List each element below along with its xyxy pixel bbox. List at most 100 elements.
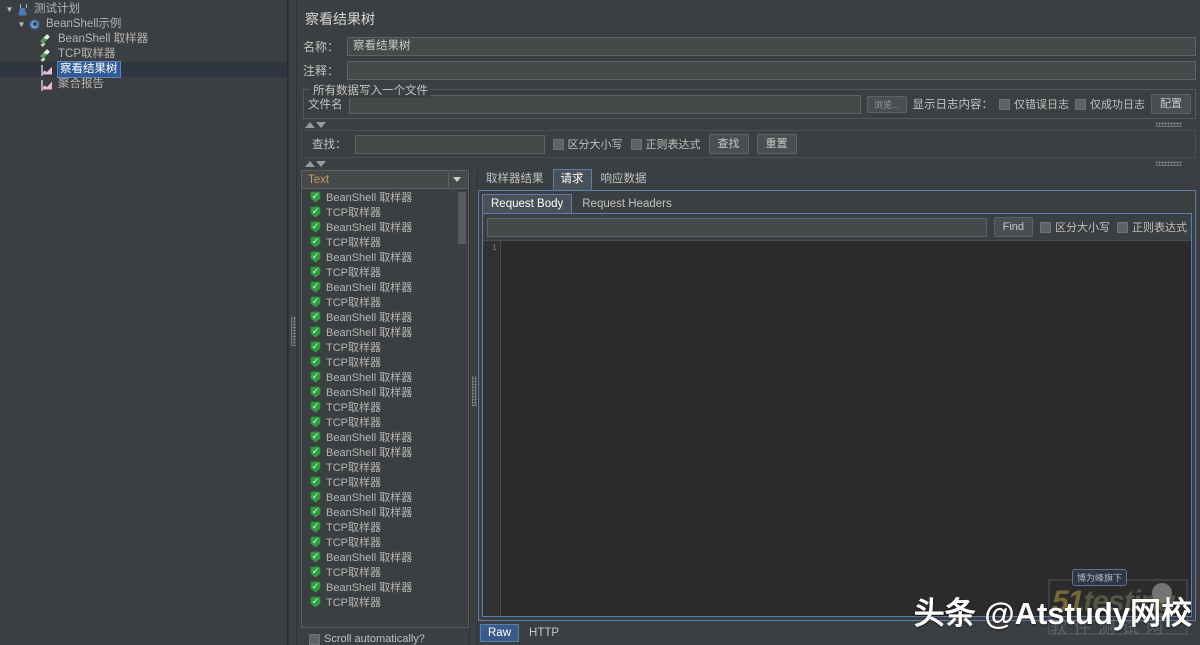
list-item[interactable]: TCP取样器 [302, 459, 468, 474]
checkbox-box-icon[interactable] [999, 98, 1010, 110]
search-find-button[interactable]: 查找 [708, 134, 749, 154]
collapse-up-icon[interactable] [305, 160, 315, 167]
list-item[interactable]: BeanShell 取样器 [302, 444, 468, 459]
renderer-select[interactable]: Text [301, 170, 469, 189]
editor-regex-checkbox[interactable]: 正则表达式 [1117, 219, 1187, 235]
list-item[interactable]: TCP取样器 [302, 564, 468, 579]
detail-tabs[interactable]: 取样器结果 请求 响应数据 [478, 169, 1196, 190]
result-list-scrollbar[interactable] [458, 190, 467, 627]
test-plan-tree[interactable]: ▼ 测试计划 ▼ BeanShell示例 BeanShell 取样器 TCP取样… [0, 0, 288, 645]
editor-find-input[interactable] [487, 217, 987, 237]
list-item[interactable]: TCP取样器 [302, 339, 468, 354]
list-item[interactable]: BeanShell 取样器 [302, 579, 468, 594]
chevron-down-icon[interactable] [453, 177, 461, 182]
raw-tab-0[interactable]: Raw [480, 624, 520, 642]
list-item-label: TCP取样器 [326, 341, 381, 354]
detail-tab-2[interactable]: 响应数据 [592, 169, 655, 190]
tree-node-test-plan[interactable]: ▼ 测试计划 [0, 2, 287, 17]
twisty-icon[interactable]: ▼ [4, 2, 15, 17]
pen-icon [39, 33, 55, 47]
collapse-controls-bottom[interactable] [301, 158, 1196, 169]
checkbox-box-icon[interactable] [1075, 98, 1086, 110]
name-input[interactable] [347, 37, 1196, 56]
list-item[interactable]: TCP取样器 [302, 594, 468, 609]
list-item[interactable]: BeanShell 取样器 [302, 324, 468, 339]
list-item[interactable]: BeanShell 取样器 [302, 249, 468, 264]
scrollbar-thumb[interactable] [458, 192, 466, 244]
tree-node-aggregate-report[interactable]: 聚合报告 [0, 77, 287, 92]
scroll-automatically-checkbox[interactable]: Scroll automatically? [309, 633, 425, 645]
search-regex-checkbox[interactable]: 正则表达式 [630, 136, 701, 152]
list-item[interactable]: TCP取样器 [302, 264, 468, 279]
list-item[interactable]: BeanShell 取样器 [302, 504, 468, 519]
editor-find-row: Find 区分大小写 正则表达式 [483, 214, 1191, 240]
detail-tab-1[interactable]: 请求 [552, 169, 592, 190]
editor-case-sensitive-checkbox[interactable]: 区分大小写 [1040, 219, 1110, 235]
list-item[interactable]: TCP取样器 [302, 474, 468, 489]
checkbox-box-icon[interactable] [309, 633, 320, 645]
checkbox-box-icon[interactable] [1040, 221, 1051, 233]
browse-button[interactable]: 浏览... [866, 95, 907, 113]
collapse-controls-top[interactable] [301, 119, 1196, 130]
list-item[interactable]: BeanShell 取样器 [302, 489, 468, 504]
horizontal-splitter-grip-icon[interactable] [1156, 122, 1182, 127]
twisty-icon[interactable]: ▼ [16, 17, 27, 32]
raw-tab-1[interactable]: HTTP [521, 624, 568, 642]
horizontal-splitter-grip-icon[interactable] [1156, 161, 1182, 166]
comment-input[interactable] [347, 61, 1196, 80]
request-subtab-0[interactable]: Request Body [482, 194, 573, 213]
list-item[interactable]: TCP取样器 [302, 354, 468, 369]
list-item[interactable]: BeanShell 取样器 [302, 219, 468, 234]
main-vertical-splitter[interactable] [288, 0, 297, 645]
checkbox-box-icon[interactable] [1117, 221, 1128, 233]
search-input[interactable] [354, 134, 545, 154]
search-case-sensitive-checkbox[interactable]: 区分大小写 [552, 136, 623, 152]
tree-node-tcp-sampler[interactable]: TCP取样器 [0, 47, 287, 62]
splitter-grip-icon[interactable] [291, 316, 296, 346]
list-item[interactable]: TCP取样器 [302, 399, 468, 414]
editor-find-button[interactable]: Find [993, 217, 1033, 237]
list-item[interactable]: TCP取样器 [302, 414, 468, 429]
list-item[interactable]: BeanShell 取样器 [302, 279, 468, 294]
request-subtabs[interactable]: Request Body Request Headers [482, 194, 1192, 213]
collapse-up-icon[interactable] [305, 121, 315, 128]
tree-node-view-results-tree[interactable]: 察看结果树 [0, 61, 287, 78]
request-body-editor[interactable]: 1 [483, 240, 1191, 616]
request-subtab-1[interactable]: Request Headers [573, 194, 681, 213]
success-shield-icon [310, 520, 321, 533]
list-item[interactable]: BeanShell 取样器 [302, 384, 468, 399]
search-reset-button[interactable]: 重置 [756, 134, 797, 154]
results-detail-splitter[interactable] [469, 170, 478, 645]
success-shield-icon [310, 445, 321, 458]
chart-icon [39, 63, 55, 77]
tree-node-beanshell-example[interactable]: ▼ BeanShell示例 [0, 17, 287, 32]
editor-text-content[interactable] [501, 241, 1191, 616]
configure-button[interactable]: 配置 [1151, 94, 1191, 114]
errors-only-checkbox[interactable]: 仅错误日志 [999, 96, 1069, 112]
list-item[interactable]: TCP取样器 [302, 234, 468, 249]
comment-label: 注释： [302, 64, 339, 78]
errors-only-label: 仅错误日志 [1014, 99, 1069, 111]
list-item[interactable]: TCP取样器 [302, 204, 468, 219]
detail-tab-0[interactable]: 取样器结果 [478, 169, 552, 190]
list-item[interactable]: BeanShell 取样器 [302, 309, 468, 324]
chart-icon [39, 78, 55, 92]
search-case-sensitive-label: 区分大小写 [567, 139, 623, 151]
collapse-down-icon[interactable] [316, 121, 326, 128]
list-item[interactable]: TCP取样器 [302, 534, 468, 549]
checkbox-box-icon[interactable] [552, 138, 564, 150]
list-item[interactable]: BeanShell 取样器 [302, 549, 468, 564]
list-item[interactable]: TCP取样器 [302, 519, 468, 534]
list-item[interactable]: BeanShell 取样器 [302, 369, 468, 384]
collapse-down-icon[interactable] [316, 160, 326, 167]
checkbox-box-icon[interactable] [630, 138, 642, 150]
list-item[interactable]: BeanShell 取样器 [302, 189, 468, 204]
splitter-grip-icon[interactable] [472, 376, 477, 406]
success-only-checkbox[interactable]: 仅成功日志 [1075, 96, 1145, 112]
list-item[interactable]: TCP取样器 [302, 294, 468, 309]
raw-http-tabs[interactable]: Raw HTTP [478, 621, 1196, 645]
list-item[interactable]: BeanShell 取样器 [302, 429, 468, 444]
tree-node-beanshell-sampler[interactable]: BeanShell 取样器 [0, 32, 287, 47]
sampler-result-list[interactable]: BeanShell 取样器 TCP取样器 BeanShell 取样器 TCP取样器 Be… [301, 189, 469, 628]
success-shield-icon [310, 400, 321, 413]
